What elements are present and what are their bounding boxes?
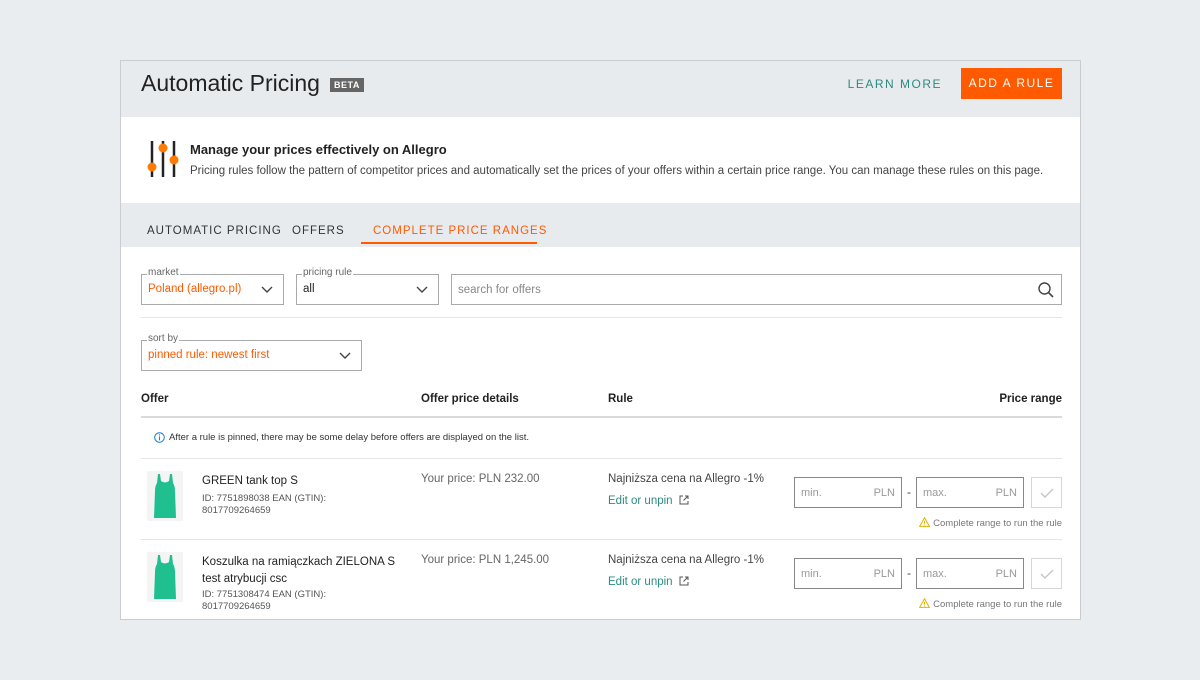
edit-or-unpin-link[interactable]: Edit or unpin: [608, 576, 689, 588]
min-price-input[interactable]: min. PLN: [794, 477, 902, 508]
chevron-down-icon: [416, 286, 428, 293]
sliders-icon: [147, 141, 179, 177]
page-title: Automatic Pricing: [141, 70, 320, 96]
column-header-rule: Rule: [608, 393, 633, 405]
check-icon: [1040, 488, 1054, 498]
sort-label: sort by: [147, 333, 180, 344]
chevron-down-icon: [261, 286, 273, 293]
sort-select[interactable]: sort by pinned rule: newest first: [141, 333, 362, 371]
edit-or-unpin-link[interactable]: Edit or unpin: [608, 495, 689, 507]
external-link-icon: [679, 495, 689, 505]
product-thumbnail[interactable]: [147, 471, 183, 521]
external-link-icon: [679, 576, 689, 586]
product-thumbnail[interactable]: [147, 552, 183, 602]
confirm-range-button[interactable]: [1031, 477, 1062, 508]
rule-name: Najniższa cena na Allegro -1%: [608, 554, 764, 566]
offer-name: GREEN tank top S: [202, 475, 298, 487]
max-price-input[interactable]: max. PLN: [916, 558, 1024, 589]
intro-title: Manage your prices effectively on Allegr…: [190, 142, 447, 157]
page-header: Automatic Pricing BETA LEARN MORE ADD A …: [121, 61, 1080, 117]
pricing-panel: Automatic Pricing BETA LEARN MORE ADD A …: [120, 60, 1081, 620]
add-rule-button[interactable]: ADD A RULE: [961, 68, 1062, 99]
search-icon[interactable]: [1037, 281, 1055, 299]
market-value: Poland (allegro.pl): [148, 283, 242, 295]
info-note: After a rule is pinned, there may be som…: [169, 432, 529, 443]
min-price-input[interactable]: min. PLN: [794, 558, 902, 589]
learn-more-link[interactable]: LEARN MORE: [848, 77, 942, 91]
offer-price: Your price: PLN 1,245.00: [421, 554, 550, 566]
range-warning: Complete range to run the rule: [919, 598, 1062, 610]
range-warning: Complete range to run the rule: [919, 517, 1062, 529]
rule-name: Najniższa cena na Allegro -1%: [608, 473, 764, 485]
chevron-down-icon: [339, 352, 351, 359]
table-row: Koszulka na ramiączkach ZIELONA S test a…: [141, 540, 1062, 619]
pricing-rule-label: pricing rule: [302, 267, 353, 278]
check-icon: [1040, 569, 1054, 579]
search-input[interactable]: search for offers: [451, 274, 1062, 305]
confirm-range-button[interactable]: [1031, 558, 1062, 589]
warning-icon: [919, 598, 931, 608]
active-tab-indicator: [361, 242, 537, 244]
offer-price: Your price: PLN 232.00: [421, 473, 540, 485]
intro-text: Pricing rules follow the pattern of comp…: [190, 165, 1044, 177]
search-placeholder: search for offers: [458, 284, 541, 296]
intro-banner: Manage your prices effectively on Allegr…: [121, 117, 1080, 203]
offer-meta: ID: 7751308474 EAN (GTIN): 8017709264659: [202, 589, 327, 612]
column-header-price-range: Price range: [999, 393, 1062, 405]
tab-automatic-pricing[interactable]: AUTOMATIC PRICING: [147, 225, 282, 237]
table-row: GREEN tank top S ID: 7751898038 EAN (GTI…: [141, 459, 1062, 539]
offer-name: Koszulka na ramiączkach ZIELONA S test a…: [202, 556, 396, 585]
table-header: Offer Offer price details Rule Price ran…: [141, 393, 1062, 409]
column-header-price-details: Offer price details: [421, 393, 519, 405]
filter-divider: [141, 317, 1062, 318]
beta-badge: BETA: [330, 78, 364, 92]
offer-meta: ID: 7751898038 EAN (GTIN): 8017709264659: [202, 493, 327, 516]
pricing-rule-value: all: [303, 283, 315, 295]
column-header-offer: Offer: [141, 393, 169, 405]
range-dash: -: [907, 566, 911, 580]
tab-complete-price-ranges[interactable]: COMPLETE PRICE RANGES: [373, 225, 547, 237]
tab-bar: AUTOMATIC PRICING OFFERS COMPLETE PRICE …: [121, 203, 1080, 247]
tab-offers[interactable]: OFFERS: [292, 225, 345, 237]
sort-value: pinned rule: newest first: [148, 349, 270, 361]
market-select[interactable]: market Poland (allegro.pl): [141, 267, 284, 305]
max-price-input[interactable]: max. PLN: [916, 477, 1024, 508]
range-dash: -: [907, 485, 911, 499]
pricing-rule-select[interactable]: pricing rule all: [296, 267, 439, 305]
header-divider: [141, 416, 1062, 418]
info-icon: [154, 432, 165, 443]
content-area: market Poland (allegro.pl) pricing rule …: [121, 247, 1080, 612]
market-label: market: [147, 267, 180, 278]
warning-icon: [919, 517, 931, 527]
